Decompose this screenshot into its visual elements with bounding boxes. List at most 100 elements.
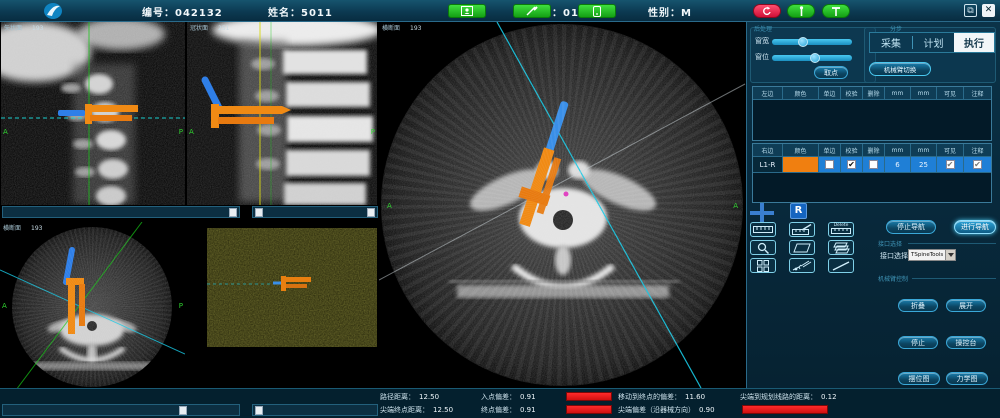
checkbox-visible[interactable]: ✔ — [946, 160, 955, 169]
pick-point-button[interactable]: 取点 — [814, 66, 848, 79]
plane-icon — [793, 243, 811, 253]
scrollbar-handle[interactable] — [179, 406, 187, 415]
checkbox-checked[interactable]: ✔ — [847, 160, 856, 169]
measure-edit-button[interactable] — [789, 222, 815, 237]
t-handle-icon — [831, 6, 841, 16]
stop-navigation-button[interactable]: 停止导航 — [886, 220, 936, 234]
scrollbar-handle[interactable] — [255, 406, 263, 415]
scrollbar-handle[interactable] — [229, 208, 237, 217]
dropdown-arrow-icon[interactable] — [945, 250, 955, 260]
snapshot-icon[interactable]: ⧉ — [964, 4, 977, 17]
entry-deviation-alert-bar — [566, 392, 612, 401]
expand-button[interactable]: 展开 — [946, 299, 986, 312]
view-title: 冠状面251 — [190, 23, 229, 32]
orientation-marker: A — [387, 202, 392, 210]
endpoint-deviation: 终点偏差：0.91 — [481, 405, 536, 415]
checkbox-unchecked[interactable] — [869, 160, 878, 169]
marker-tool-button[interactable] — [822, 4, 850, 18]
patient-id-value: 042132 — [175, 8, 223, 19]
plane-tool-button[interactable] — [789, 240, 815, 255]
tip-to-plan-distance: 尖端到规划线路的距离：0.12 — [740, 392, 837, 402]
view-probe[interactable] — [207, 228, 377, 347]
patient-sex-label: 性别：M — [648, 4, 692, 19]
tool-calibration-button[interactable] — [513, 4, 551, 18]
screw-tool-button[interactable] — [789, 258, 815, 273]
device-icon — [592, 6, 602, 17]
fold-button[interactable]: 折叠 — [898, 299, 938, 312]
mechanics-view-button[interactable]: 力学图 — [946, 372, 988, 385]
patient-name-label: 姓名：5011 — [268, 4, 333, 19]
view-sagittal[interactable]: 矢状面193 A P — [1, 22, 185, 205]
screw-table-left: 左边 颜色 单边 校验 删除 mm mm 可见 注释 — [752, 86, 992, 141]
scrollbar-handle[interactable] — [367, 208, 375, 217]
orientation-marker: P — [371, 128, 375, 136]
arm-group-label: 机械臂控制 — [878, 274, 908, 283]
scrollbar-track[interactable] — [252, 404, 378, 416]
screw-table-right: 右边 颜色 单边 校验 删除 mm mm 可见 注释 L1-R ✔ 6 25 ✔… — [752, 143, 992, 203]
tab-execute[interactable]: 执行 — [954, 33, 994, 52]
zoom-tool-button[interactable] — [750, 240, 776, 255]
workflow-tabs: 采集 计划 执行 — [869, 32, 995, 53]
window-level-slider[interactable] — [772, 55, 852, 61]
port-select-dropdown[interactable]: TSpineTools — [908, 249, 956, 261]
orientation-marker: A — [2, 302, 7, 310]
arm-switch-button[interactable]: 机械臂切换 — [869, 62, 931, 76]
layers-icon — [832, 242, 850, 254]
window-width-knob[interactable] — [798, 37, 808, 47]
window-level-label: 窗位 — [755, 52, 769, 62]
endpoint-deviation-alert-bar — [566, 405, 612, 414]
reset-view-button[interactable]: R — [790, 203, 807, 219]
undo-arrow-icon — [762, 6, 772, 16]
layers-tool-button[interactable] — [828, 240, 854, 255]
window-level-knob[interactable] — [810, 53, 820, 63]
patient-info-button[interactable] — [448, 4, 486, 18]
view-axial-small[interactable]: 横断面193 A P — [0, 222, 185, 390]
orientation-marker: A — [3, 128, 8, 136]
console-button[interactable]: 操控台 — [946, 336, 986, 349]
stop-button[interactable]: 停止 — [898, 336, 938, 349]
scrollbar-track[interactable] — [2, 404, 240, 416]
tab-acquire[interactable]: 采集 — [870, 33, 912, 52]
orientation-marker: A — [189, 128, 194, 136]
scrollbar-track[interactable] — [252, 206, 378, 218]
screw-color-swatch[interactable] — [783, 157, 819, 173]
ruler-icon — [753, 224, 773, 235]
path-distance: 路径距离：12.50 — [380, 392, 439, 402]
tab-plan[interactable]: 计划 — [913, 33, 954, 52]
scrollbar-handle[interactable] — [255, 208, 263, 217]
checkbox-note[interactable]: ✔ — [973, 160, 982, 169]
ruler-pen-icon — [792, 224, 812, 236]
screwdriver-icon — [526, 6, 538, 16]
record-reset-button[interactable] — [753, 4, 781, 18]
status-bar: 路径距离：12.50 入点偏差：0.91 移动到终点的偏差：11.60 尖端到规… — [0, 388, 1000, 418]
patient-id-label: 编号：042132 — [142, 4, 223, 19]
layout-tool-button[interactable] — [750, 258, 776, 273]
crosshair-icon[interactable] — [750, 203, 774, 223]
orientation-marker: P — [179, 128, 183, 136]
view-scrollbar-row — [0, 206, 378, 218]
line-icon — [832, 261, 850, 271]
measure-tool-button[interactable] — [750, 222, 776, 237]
bottom-scrollbar-row — [0, 404, 378, 416]
screw-name: L1-R — [753, 157, 783, 173]
line-tool-button[interactable] — [828, 258, 854, 273]
view-axial-main[interactable]: 横断面193 A A — [379, 22, 746, 388]
patient-name-value: 5011 — [301, 8, 333, 19]
scrollbar-track[interactable] — [2, 206, 240, 218]
orientation-marker: A — [733, 202, 738, 210]
start-navigation-button[interactable]: 进行导航 — [954, 220, 996, 234]
patient-sex-value: M — [681, 8, 692, 19]
measure-delete-button[interactable]: Delete — [828, 222, 854, 237]
probe-tool-button[interactable] — [787, 4, 815, 18]
tip-endpoint-distance: 尖端终点距离：12.50 — [380, 405, 453, 415]
close-icon[interactable]: ✕ — [982, 4, 995, 17]
window-width-slider[interactable] — [772, 39, 852, 45]
pose-view-button[interactable]: 摆位图 — [898, 372, 940, 385]
table-row[interactable]: L1-R ✔ 6 25 ✔ ✔ — [753, 157, 991, 173]
device-connect-button[interactable] — [578, 4, 616, 18]
port-group-label: 接口选择 — [878, 239, 902, 248]
view-coronal[interactable]: 冠状面251 A P — [187, 22, 377, 205]
title-bar: 编号：042132 姓名：5011 年龄：018Y 性别：M — [0, 0, 1000, 22]
checkbox-unchecked[interactable] — [825, 160, 834, 169]
screw-length: 25 — [911, 157, 937, 173]
